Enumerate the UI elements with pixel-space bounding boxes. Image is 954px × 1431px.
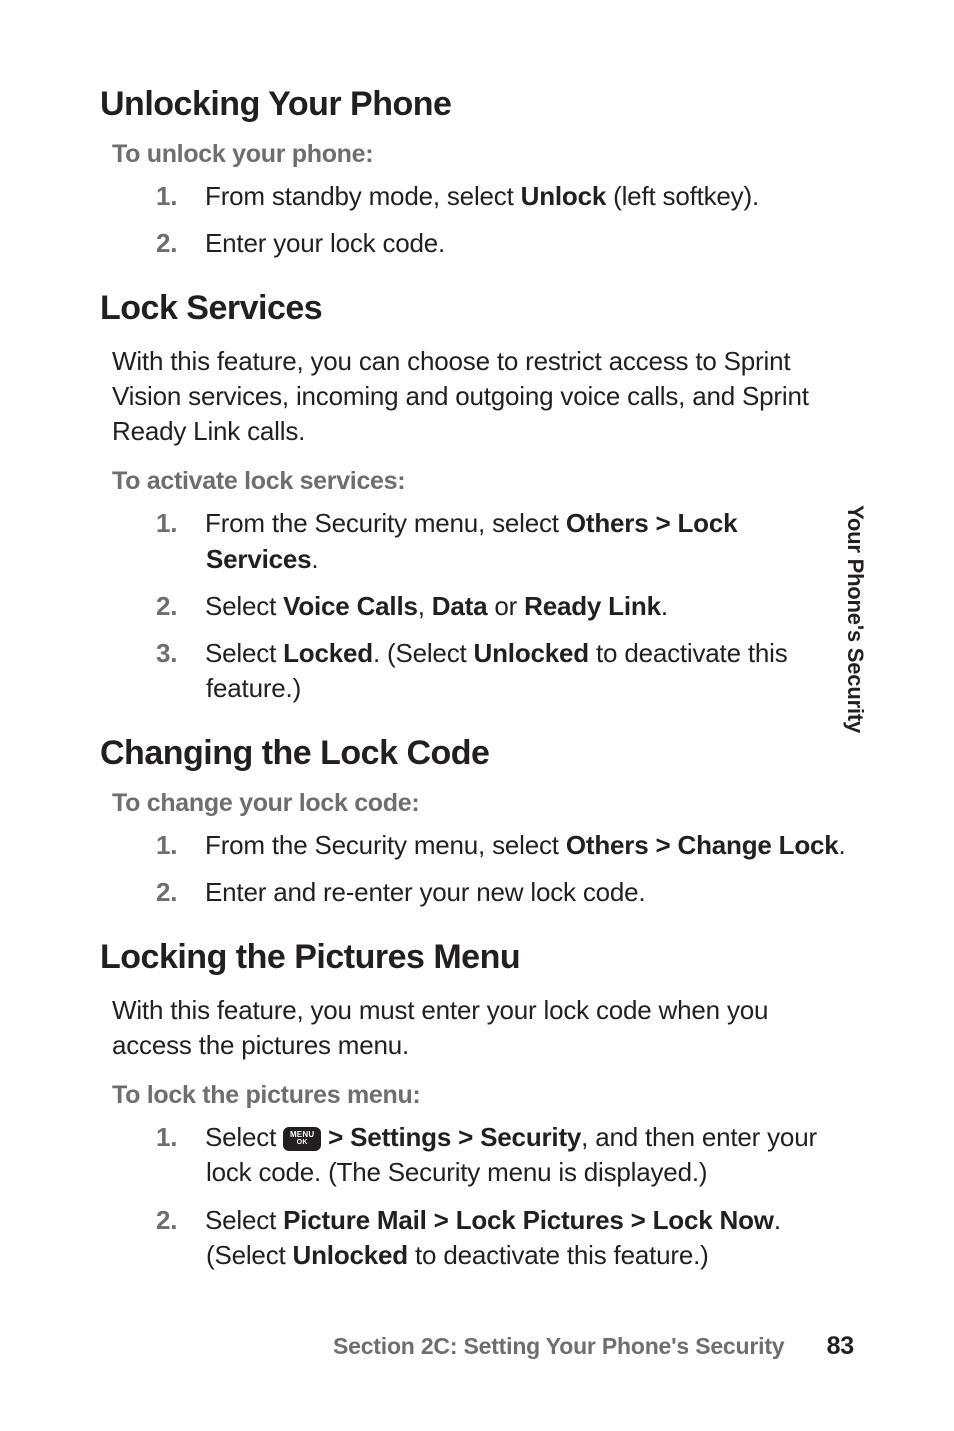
step-text: to deactivate this feature.): [408, 1240, 709, 1270]
heading-locking-pictures: Locking the Pictures Menu: [100, 938, 854, 977]
step-bold: > Settings > Security: [328, 1122, 581, 1152]
step-text: From standby mode, select: [205, 181, 521, 211]
step-item: Enter your lock code.: [128, 226, 854, 261]
step-text: Enter and re-enter your new lock code.: [205, 877, 645, 907]
step-text: or: [487, 591, 524, 621]
step-text: Select: [205, 1122, 283, 1152]
step-text: .: [839, 830, 846, 860]
step-text: Select: [205, 638, 283, 668]
heading-changing-lock: Changing the Lock Code: [100, 734, 854, 773]
subhead-unlock: To unlock your phone:: [112, 140, 854, 169]
intro-locking-pictures: With this feature, you must enter your l…: [112, 993, 854, 1063]
step-item: Select MENUOK > Settings > Security, and…: [128, 1120, 854, 1190]
steps-changing-lock: From the Security menu, select Others > …: [100, 828, 854, 910]
step-text: .: [661, 591, 668, 621]
step-text: (left softkey).: [606, 181, 759, 211]
step-bold: Picture Mail > Lock Pictures > Lock Now: [283, 1205, 774, 1235]
step-bold: Unlock: [521, 181, 606, 211]
footer-section-label: Section 2C: Setting Your Phone's Securit…: [333, 1333, 784, 1359]
subhead-activate-lock: To activate lock services:: [112, 467, 854, 496]
icon-bot-text: OK: [283, 1139, 321, 1146]
step-text: From the Security menu, select: [205, 830, 566, 860]
step-item: Select Voice Calls, Data or Ready Link.: [128, 589, 854, 624]
step-bold: Voice Calls: [283, 591, 418, 621]
step-item: From the Security menu, select Others > …: [128, 506, 854, 576]
step-text: Select: [205, 591, 283, 621]
page-content: Unlocking Your Phone To unlock your phon…: [0, 0, 954, 1273]
heading-lock-services: Lock Services: [100, 289, 854, 328]
step-text: Enter your lock code.: [205, 228, 445, 258]
steps-unlocking: From standby mode, select Unlock (left s…: [100, 179, 854, 261]
step-item: From standby mode, select Unlock (left s…: [128, 179, 854, 214]
icon-top-text: MENU: [283, 1131, 321, 1139]
step-bold: Locked: [283, 638, 373, 668]
step-text: From the Security menu, select: [205, 508, 566, 538]
step-bold: Unlocked: [293, 1240, 408, 1270]
step-item: Select Picture Mail > Lock Pictures > Lo…: [128, 1203, 854, 1273]
page-footer: Section 2C: Setting Your Phone's Securit…: [100, 1332, 854, 1361]
subhead-change-lock: To change your lock code:: [112, 789, 854, 818]
step-text: .: [311, 544, 318, 574]
step-bold: Unlocked: [474, 638, 589, 668]
step-item: Enter and re-enter your new lock code.: [128, 875, 854, 910]
footer-page-number: 83: [827, 1332, 854, 1360]
steps-locking-pictures: Select MENUOK > Settings > Security, and…: [100, 1120, 854, 1272]
step-bold: Data: [432, 591, 488, 621]
step-bold: Ready Link: [524, 591, 661, 621]
step-item: Select Locked. (Select Unlocked to deact…: [128, 636, 854, 706]
subhead-lock-pictures: To lock the pictures menu:: [112, 1081, 854, 1110]
step-item: From the Security menu, select Others > …: [128, 828, 854, 863]
step-bold: Others > Change Lock: [566, 830, 839, 860]
side-tab-label: Your Phone's Security: [842, 505, 868, 733]
intro-lock-services: With this feature, you can choose to res…: [112, 344, 854, 449]
menu-ok-icon: MENUOK: [283, 1127, 321, 1151]
step-text: . (Select: [373, 638, 474, 668]
step-text: Select: [205, 1205, 283, 1235]
heading-unlocking: Unlocking Your Phone: [100, 85, 854, 124]
step-text: ,: [418, 591, 432, 621]
steps-lock-services: From the Security menu, select Others > …: [100, 506, 854, 705]
